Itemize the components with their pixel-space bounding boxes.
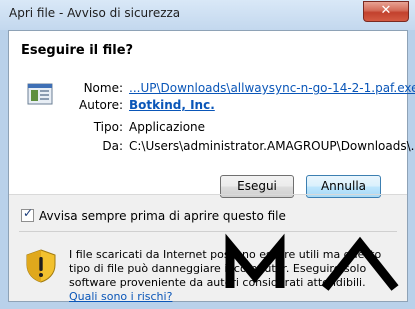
type-value: Applicazione: [129, 120, 206, 134]
title-bar[interactable]: Apri file - Avviso di sicurezza ✕: [0, 0, 415, 30]
close-button[interactable]: ✕: [363, 1, 409, 22]
name-label: Nome:: [83, 81, 123, 95]
from-label: Da:: [102, 139, 123, 153]
from-value: C:\Users\administrator.AMAGROUP\Download…: [129, 139, 415, 153]
always-warn-label: Avvisa sempre prima di aprire questo fil…: [39, 209, 286, 223]
warning-shield-icon: [26, 249, 56, 283]
publisher-label: Autore:: [79, 98, 123, 112]
divider: [19, 231, 397, 232]
dialog-frame: Eseguire il file? Nome: ...UP\Downloads\…: [8, 30, 415, 304]
warning-text: I file scaricati da Internet possono ess…: [69, 248, 382, 289]
warning-message: I file scaricati da Internet possono ess…: [69, 248, 394, 304]
security-warning-window: Apri file - Avviso di sicurezza ✕ Esegui…: [0, 0, 415, 309]
always-warn-checkbox[interactable]: ✓: [21, 206, 34, 222]
dialog-heading: Eseguire il file?: [21, 43, 134, 58]
always-warn-option[interactable]: ✓ Avvisa sempre prima di aprire questo fi…: [21, 206, 286, 223]
risks-link[interactable]: Quali sono i rischi?: [69, 290, 172, 303]
type-label: Tipo:: [93, 120, 123, 134]
window-title: Apri file - Avviso di sicurezza: [9, 6, 181, 20]
file-name-link[interactable]: ...UP\Downloads\allwaysync-n-go-14-2-1.p…: [129, 81, 415, 95]
checkmark-icon: ✓: [23, 206, 34, 220]
publisher-link[interactable]: Botkind, Inc.: [129, 98, 215, 112]
divider: [9, 194, 407, 195]
dialog-main-panel: Eseguire il file? Nome: ...UP\Downloads\…: [9, 31, 415, 198]
